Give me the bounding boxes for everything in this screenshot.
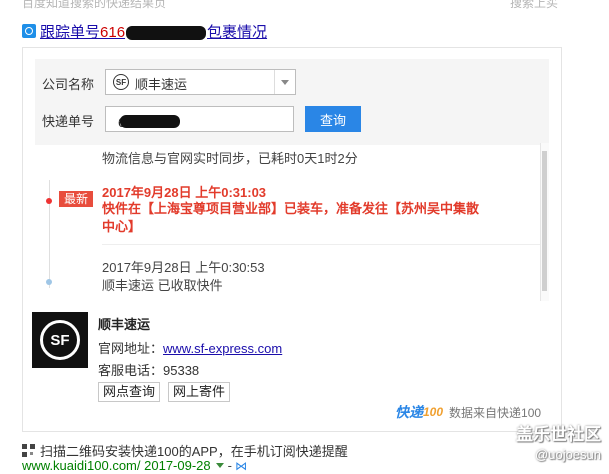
company-name: 顺丰速运 — [98, 317, 151, 332]
result-title-link[interactable]: 跟踪单号616 包裹情况 — [40, 21, 267, 42]
phone-number: 95338 — [163, 363, 200, 378]
company-select[interactable]: SF 顺丰速运 — [105, 69, 296, 95]
company-phone-row: 客服电话：95338 — [98, 360, 199, 379]
sync-status: 物流信息与官网实时同步，已耗时0天1时2分 — [102, 151, 358, 166]
sf-logo-text: SF — [40, 320, 80, 360]
bookmark-icon[interactable]: ⋈ — [235, 459, 247, 473]
phone-label: 客服电话： — [98, 363, 164, 378]
company-label: 公司名称 — [42, 77, 95, 92]
query-form: 公司名称 SF 顺丰速运 快递单号 6167 查询 — [35, 59, 549, 145]
kuaidi-icon — [22, 24, 36, 38]
scrollbar-thumb[interactable] — [542, 151, 547, 291]
result-url-row: www.kuaidi100.com/ 2017-09-28 - ⋈ — [22, 458, 247, 473]
tracking-card: 公司名称 SF 顺丰速运 快递单号 6167 查询 物流信息与官网实时同步，已耗… — [22, 47, 562, 432]
timeline-dot-latest — [46, 198, 52, 204]
event-time: 2017年9月28日 上午0:31:03 — [102, 185, 267, 200]
qr-code-icon — [22, 444, 35, 457]
outlet-query-button[interactable]: 网点查询 — [98, 382, 161, 402]
brand-logo-main: 快递 — [395, 404, 423, 420]
watermark: 盖乐世社区 @uojoesun — [516, 420, 601, 462]
kuaidi100-brand: 快递 100 数据来自快递100 — [395, 402, 541, 422]
title-number: 616 — [100, 23, 126, 41]
event-divider — [102, 244, 542, 245]
sf-logo: SF — [32, 312, 88, 368]
latest-badge: 最新 — [59, 191, 94, 207]
site-label: 官网地址： — [98, 341, 164, 356]
timeline-scrollbar[interactable] — [540, 143, 549, 301]
number-label: 快递单号 — [42, 114, 95, 129]
timeline-dot — [46, 279, 52, 285]
query-button[interactable]: 查询 — [305, 106, 361, 132]
result-url[interactable]: www.kuaidi100.com/ — [22, 458, 141, 473]
tracking-number-input[interactable]: 6167 — [105, 106, 294, 132]
event-description: 顺丰速运 已收取快件 — [102, 278, 223, 293]
timeline: 物流信息与官网实时同步，已耗时0天1时2分 最新 2017年9月28日 上午0:… — [35, 143, 549, 301]
company-info: SF 顺丰速运 官网地址：www.sf-express.com 客服电话：953… — [32, 312, 552, 404]
watermark-line2: @uojoesun — [535, 447, 601, 462]
redaction-mark — [120, 115, 180, 128]
chevron-down-icon[interactable] — [274, 70, 295, 94]
timeline-line — [49, 180, 50, 288]
result-title-row[interactable]: 跟踪单号616 包裹情况 — [22, 21, 267, 41]
company-site-row: 官网地址：www.sf-express.com — [98, 338, 282, 357]
brand-logo-sub: 100 — [423, 405, 444, 419]
company-select-value: 顺丰速运 — [135, 77, 188, 92]
data-source-text: 数据来自快递100 — [449, 405, 542, 420]
watermark-line1: 盖乐世社区 — [516, 425, 601, 444]
company-site-link[interactable]: www.sf-express.com — [163, 341, 282, 356]
title-suffix: 包裹情况 — [207, 23, 268, 41]
top-partial-text: 百度知道搜索的快递结果页 — [22, 0, 167, 10]
caret-down-icon[interactable] — [215, 463, 224, 468]
top-partial-right-text: 搜索上买 — [510, 0, 559, 10]
event-time: 2017年9月28日 上午0:30:53 — [102, 260, 265, 275]
online-send-button[interactable]: 网上寄件 — [168, 382, 231, 402]
redaction-mark — [126, 25, 207, 40]
title-prefix: 跟踪单号 — [40, 23, 101, 41]
event-description: 快件在【上海宝尊项目营业部】已装车，准备发往【苏州吴中集散中心】 — [102, 201, 480, 234]
url-separator: - — [227, 458, 232, 473]
sf-mini-logo: SF — [113, 74, 129, 90]
result-date: 2017-09-28 — [144, 458, 211, 473]
